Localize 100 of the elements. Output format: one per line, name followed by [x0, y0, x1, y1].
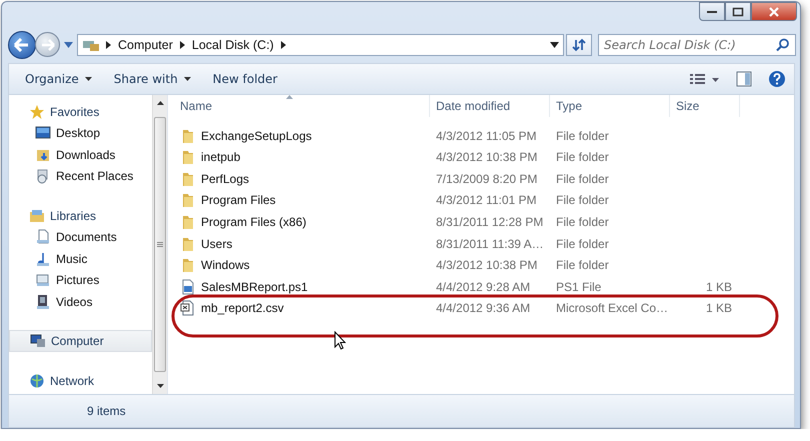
scrollbar[interactable] [152, 94, 167, 394]
libraries-icon [29, 208, 45, 224]
file-type: File folder [556, 214, 609, 229]
column-header[interactable]: Date modified [430, 94, 550, 117]
search-icon [776, 38, 790, 52]
column-header[interactable]: Size [670, 94, 740, 117]
file-type: File folder [556, 236, 609, 251]
file-type: File folder [556, 150, 609, 164]
file-name[interactable]: ExchangeSetupLogs [201, 128, 312, 143]
folder-icon [180, 128, 196, 144]
date-modified: 4/4/2012 9:28 AM [436, 280, 530, 294]
file-type: File folder [556, 258, 609, 272]
file-name[interactable]: Windows [201, 258, 250, 272]
nav-item[interactable]: Network [9, 370, 152, 392]
date-modified: 4/4/2012 9:36 AM [436, 301, 530, 316]
date-modified: 7/13/2009 8:20 PM [436, 172, 538, 186]
sort-arrow-icon [286, 94, 293, 99]
view-options-button[interactable] [690, 72, 720, 85]
file-name[interactable]: Users [201, 236, 232, 251]
document-icon [35, 229, 51, 246]
star-icon [29, 104, 45, 120]
scroll-up-icon[interactable] [156, 100, 164, 105]
back-button[interactable] [8, 30, 36, 59]
file-type: File folder [556, 128, 609, 143]
date-modified: 4/3/2012 10:38 PM [436, 258, 538, 272]
file-name[interactable]: SalesMBReport.ps1 [201, 280, 308, 294]
file-type: Microsoft Excel Co… [556, 301, 668, 316]
music-note-icon [35, 250, 51, 267]
folder-icon [180, 170, 196, 187]
folder-icon [180, 257, 196, 274]
address-bar[interactable]: Computer Local Disk (C:) [77, 34, 564, 56]
caret-icon[interactable] [550, 42, 559, 48]
monitor-icon [35, 125, 51, 142]
file-name[interactable]: mb_report2.csv [201, 301, 284, 316]
globe-icon [29, 372, 45, 389]
preview-pane-button[interactable] [736, 70, 752, 87]
file-name[interactable]: inetpub [201, 150, 240, 164]
scroll-down-icon[interactable] [156, 384, 164, 388]
folder-icon [180, 149, 196, 166]
close-icon [767, 6, 781, 16]
breadcrumb[interactable]: Computer [118, 38, 173, 52]
minimize-icon [707, 10, 717, 12]
file-size: 1 KB [706, 280, 732, 294]
maximize-button[interactable] [725, 2, 751, 21]
column-header[interactable]: Type [550, 94, 670, 117]
chevron-icon [280, 40, 286, 49]
nav-item[interactable]: Desktop [9, 122, 152, 144]
film-icon [35, 294, 51, 310]
refresh-button[interactable] [566, 34, 592, 56]
file-name[interactable]: Program Files (x86) [201, 214, 306, 229]
file-type: File folder [556, 172, 609, 186]
toolbar-button[interactable]: Organize [17, 68, 100, 90]
chevron-icon [180, 40, 185, 49]
nav-item[interactable]: Computer [9, 330, 152, 352]
nav-item[interactable]: Downloads [9, 144, 152, 166]
nav-item[interactable]: Pictures [9, 269, 152, 291]
file-name[interactable]: PerfLogs [201, 172, 250, 186]
list-view-icon [690, 72, 720, 85]
date-modified: 4/3/2012 10:38 PM [436, 150, 538, 164]
image-icon [35, 272, 51, 288]
spreadsheet-file-icon [180, 300, 196, 316]
help-icon [768, 70, 786, 88]
folder-icon [180, 236, 196, 252]
pane-icon [736, 70, 752, 87]
date-modified: 4/3/2012 11:05 PM [436, 128, 537, 143]
date-modified: 8/31/2011 11:39 A… [436, 236, 544, 251]
caret-icon [184, 76, 191, 81]
grip-icon [157, 242, 163, 247]
file-size: 1 KB [706, 301, 732, 316]
up-down-arrows-icon [571, 38, 587, 52]
breadcrumb[interactable]: Local Disk (C:) [192, 38, 274, 52]
close-button[interactable] [751, 2, 797, 21]
toolbar-button[interactable]: Share with [106, 68, 199, 90]
file-type: PS1 File [556, 280, 602, 294]
file-type: File folder [556, 193, 609, 208]
maximize-icon [732, 6, 744, 16]
caret-icon [84, 76, 92, 81]
scroll-thumb[interactable] [154, 116, 166, 372]
minimize-button[interactable] [699, 2, 725, 21]
column-header[interactable]: Name [168, 94, 430, 117]
mouse-pointer-icon [334, 330, 346, 350]
folder-icon [180, 214, 196, 230]
arrow-left-icon [13, 38, 31, 52]
nav-item[interactable]: Recent Places [9, 165, 152, 187]
chevron-icon [106, 40, 111, 49]
script-file-icon [180, 278, 196, 295]
nav-item[interactable]: Documents [9, 226, 152, 248]
nav-item[interactable]: Music [9, 248, 152, 270]
folder-icon [180, 192, 196, 208]
item-count: 9 items [87, 404, 126, 418]
help-button[interactable] [768, 70, 786, 88]
toolbar-button[interactable]: New folder [204, 68, 286, 90]
date-modified: 8/31/2011 12:28 PM [436, 214, 544, 229]
search-field[interactable]: Search Local Disk (C:) [598, 34, 796, 56]
file-name[interactable]: Program Files [201, 193, 276, 208]
nav-item[interactable]: Favorites [9, 100, 152, 122]
nav-item[interactable]: Libraries [9, 204, 152, 226]
nav-item[interactable]: Videos [9, 290, 152, 312]
arrow-right-icon [40, 38, 56, 51]
date-modified: 4/3/2012 11:01 PM [436, 193, 537, 208]
